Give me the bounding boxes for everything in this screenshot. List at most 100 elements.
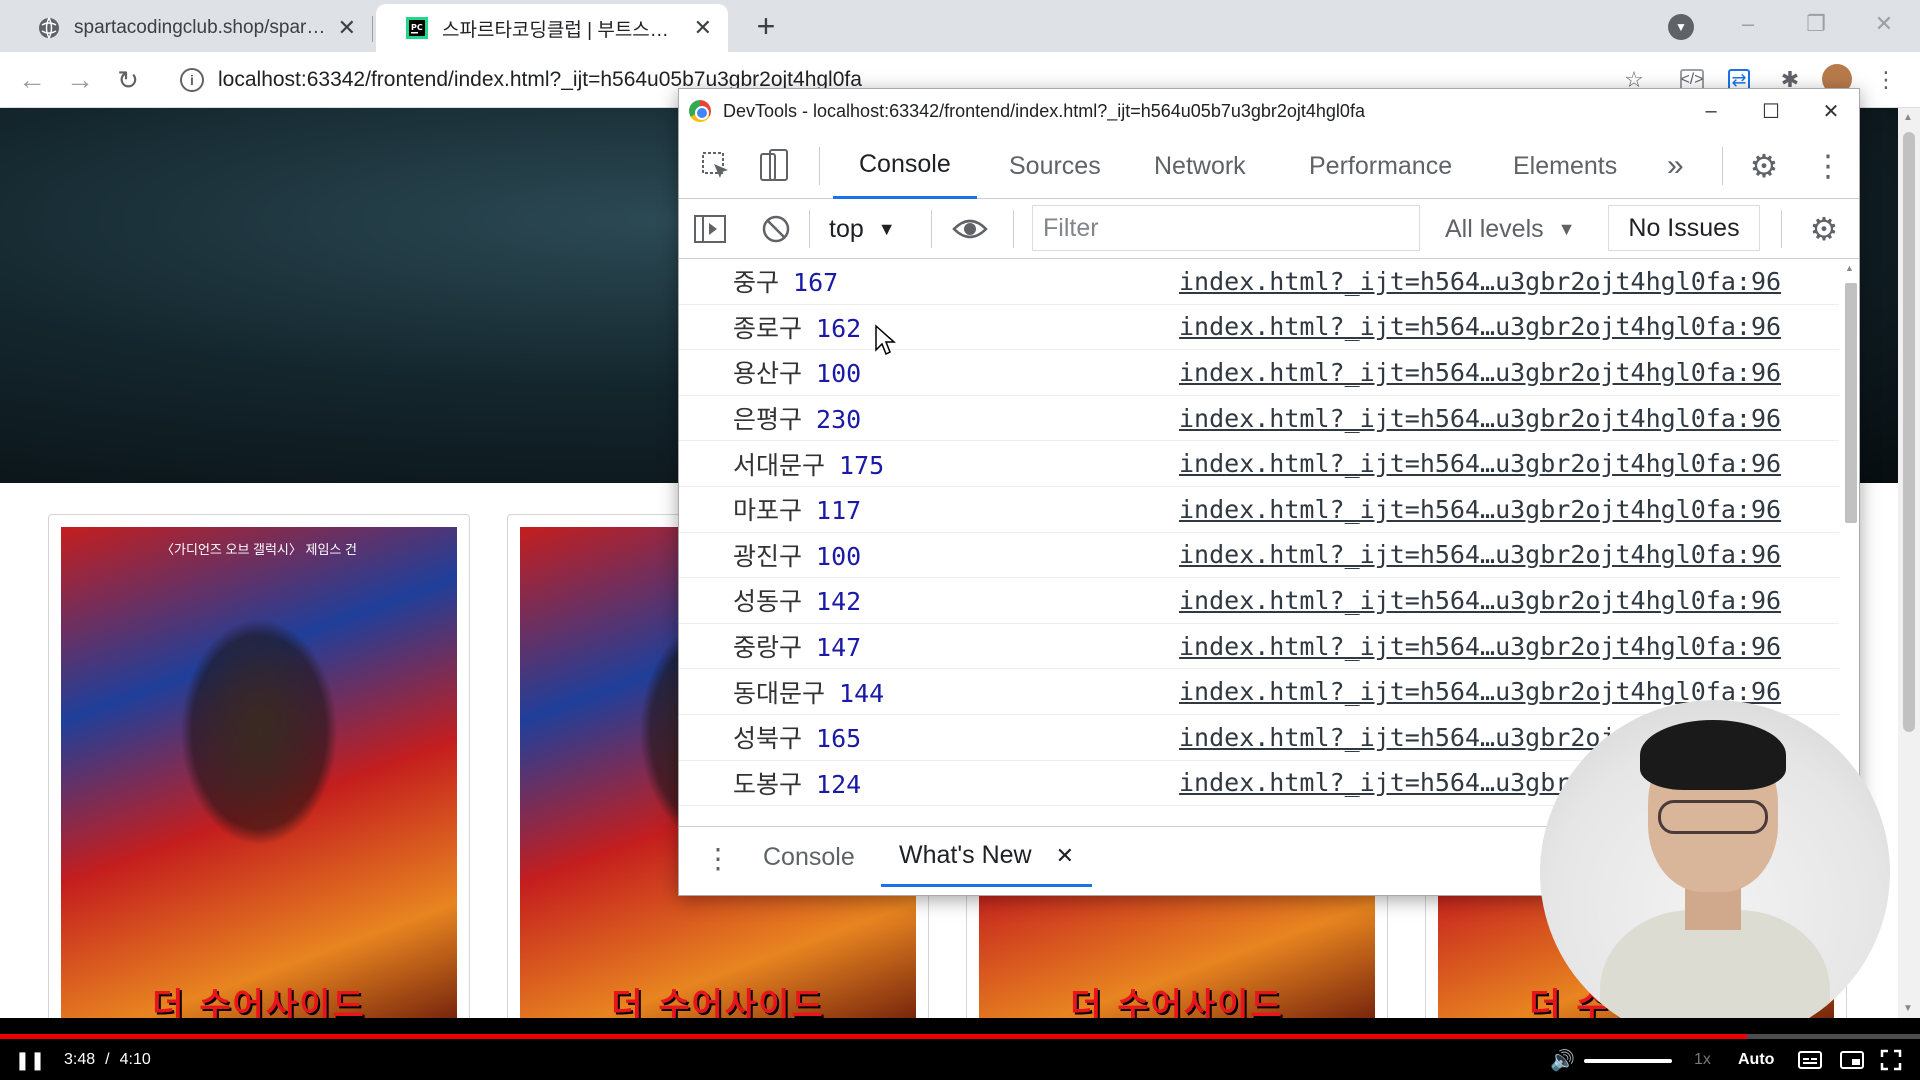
quality-setting[interactable]: Auto xyxy=(1738,1048,1774,1072)
drawer-tab-console[interactable]: Console xyxy=(763,827,855,887)
minimize-icon[interactable]: – xyxy=(1728,8,1768,40)
log-source-link[interactable]: index.html?_ijt=h564…u3gbr2ojt4hgl0fa:96 xyxy=(1179,449,1781,478)
video-progress-fill xyxy=(0,1034,1748,1039)
devtools-panel-tabs: Console Sources Network Performance Elem… xyxy=(679,133,1859,199)
restore-icon[interactable]: ❐ xyxy=(1796,8,1836,40)
log-message: 용산구 100 xyxy=(733,354,861,390)
log-source-link[interactable]: index.html?_ijt=h564…u3gbr2ojt4hgl0fa:96 xyxy=(1179,404,1781,433)
console-log-row: 광진구 100 index.html?_ijt=h564…u3gbr2ojt4hgl… xyxy=(679,533,1839,579)
close-tab-icon[interactable]: ✕ xyxy=(338,15,356,41)
close-window-icon[interactable]: ✕ xyxy=(1801,89,1859,133)
tab-title: 스파르타코딩클럽 | 부트스트랩 xyxy=(442,19,684,41)
log-message: 마포구 117 xyxy=(733,491,861,527)
video-player-controls: ❚❚ 3:48 / 4:10 🔊 1x Auto xyxy=(0,1018,1920,1080)
tab-sources[interactable]: Sources xyxy=(1009,133,1101,199)
toolbar-divider xyxy=(1781,210,1782,248)
log-source-link[interactable]: index.html?_ijt=h564…u3gbr2ojt4hgl0fa:96 xyxy=(1179,586,1781,615)
console-toolbar: top ▼ All levels ▼ No Issues ⚙ xyxy=(679,199,1859,259)
district-count: 100 xyxy=(816,541,862,571)
sidebar-toggle-icon[interactable] xyxy=(691,210,729,248)
toolbar-divider xyxy=(809,210,810,248)
log-source-link[interactable]: index.html?_ijt=h564…u3gbr2ojt4hgl0fa:96 xyxy=(1179,267,1781,296)
console-log-row: 성동구 142 index.html?_ijt=h564…u3gbr2ojt4hgl… xyxy=(679,578,1839,624)
browser-tab-inactive[interactable]: spartacodingclub.shop/sparta_a ✕ xyxy=(8,4,372,52)
movie-poster: 〈가디언즈 오브 갤럭시〉 제임스 건 더 수어사이드 xyxy=(61,527,457,1018)
scroll-up-icon[interactable]: ▲ xyxy=(1903,112,1913,123)
console-log-row: 종로구 162 index.html?_ijt=h564…u3gbr2ojt4hgl… xyxy=(679,305,1839,351)
volume-slider[interactable] xyxy=(1584,1059,1672,1063)
live-expression-eye-icon[interactable] xyxy=(951,210,989,248)
log-source-link[interactable]: index.html?_ijt=h564…u3gbr2ojt4hgl0fa:96 xyxy=(1179,312,1781,341)
scrollbar-thumb[interactable] xyxy=(1903,132,1915,732)
close-window-icon[interactable]: ✕ xyxy=(1864,8,1904,40)
filter-input[interactable] xyxy=(1032,205,1420,251)
log-message: 성동구 142 xyxy=(733,582,861,618)
context-select[interactable]: top ▼ xyxy=(829,199,896,259)
tab-console[interactable]: Console xyxy=(833,133,977,199)
playback-speed[interactable]: 1x xyxy=(1694,1048,1711,1072)
page-scrollbar[interactable]: ▲ ▼ xyxy=(1898,108,1920,1018)
tab-network[interactable]: Network xyxy=(1154,133,1246,199)
close-tab-icon[interactable]: ✕ xyxy=(694,15,712,41)
movie-card[interactable]: 〈가디언즈 오브 갤럭시〉 제임스 건 더 수어사이드 xyxy=(48,514,470,1018)
tab-elements[interactable]: Elements xyxy=(1513,133,1617,199)
more-tabs-icon[interactable]: » xyxy=(1667,133,1684,199)
scrollbar-thumb[interactable] xyxy=(1845,283,1857,523)
log-message: 은평구 230 xyxy=(733,400,861,436)
issues-button[interactable]: No Issues xyxy=(1608,205,1760,251)
devtools-menu-icon[interactable]: ⋮ xyxy=(1809,147,1847,185)
back-icon[interactable]: ← xyxy=(14,62,50,98)
poster-credit: 〈가디언즈 오브 갤럭시〉 제임스 건 xyxy=(161,542,357,557)
context-select-value: top xyxy=(829,214,864,243)
console-scrollbar[interactable]: ▲ xyxy=(1839,259,1859,826)
tab-search-icon[interactable]: ▼ xyxy=(1668,14,1694,40)
volume-icon[interactable]: 🔊 xyxy=(1550,1048,1575,1072)
log-source-link[interactable]: index.html?_ijt=h564…u3gbr2ojt4hgl0fa:96 xyxy=(1179,632,1781,661)
clear-console-icon[interactable] xyxy=(757,210,795,248)
browser-tab-active[interactable]: PC 스파르타코딩클럽 | 부트스트랩 ✕ xyxy=(376,4,728,52)
console-log-row: 마포구 117 index.html?_ijt=h564…u3gbr2ojt4hgl… xyxy=(679,487,1839,533)
pause-icon[interactable]: ❚❚ xyxy=(15,1048,45,1072)
log-levels-select[interactable]: All levels ▼ xyxy=(1445,199,1575,259)
log-message: 광진구 100 xyxy=(733,537,861,573)
log-source-link[interactable]: index.html?_ijt=h564…u3gbr2ojt4hgl0fa:96 xyxy=(1179,540,1781,569)
device-toolbar-icon[interactable] xyxy=(755,147,793,185)
captions-icon[interactable] xyxy=(1798,1048,1822,1072)
maximize-icon[interactable]: ☐ xyxy=(1741,89,1801,133)
forward-icon[interactable]: → xyxy=(62,62,98,98)
globe-icon xyxy=(38,17,60,39)
district-count: 117 xyxy=(816,496,862,526)
close-drawer-tab-icon[interactable]: ✕ xyxy=(1056,843,1074,869)
console-log-row: 서대문구 175 index.html?_ijt=h564…u3gbr2ojt4hg… xyxy=(679,441,1839,487)
fullscreen-icon[interactable] xyxy=(1880,1048,1902,1072)
inspect-element-icon[interactable] xyxy=(697,147,735,185)
district-count: 167 xyxy=(793,268,839,298)
console-settings-gear-icon[interactable]: ⚙ xyxy=(1805,210,1843,248)
reload-icon[interactable]: ↻ xyxy=(110,62,146,98)
devtools-titlebar[interactable]: DevTools - localhost:63342/frontend/inde… xyxy=(679,89,1859,133)
settings-gear-icon[interactable]: ⚙ xyxy=(1745,147,1783,185)
drawer-menu-icon[interactable]: ⋮ xyxy=(699,839,737,877)
minimize-icon[interactable]: – xyxy=(1681,89,1741,133)
scroll-down-icon[interactable]: ▼ xyxy=(1903,1003,1913,1014)
svg-text:PC: PC xyxy=(411,23,423,32)
log-source-link[interactable]: index.html?_ijt=h564…u3gbr2ojt4hgl0fa:96 xyxy=(1179,358,1781,387)
log-source-link[interactable]: index.html?_ijt=h564…u3gbr2ojt4hgl0fa:96 xyxy=(1179,495,1781,524)
browser-menu-icon[interactable]: ⋮ xyxy=(1872,66,1900,94)
console-log-row: 은평구 230 index.html?_ijt=h564…u3gbr2ojt4hgl… xyxy=(679,396,1839,442)
drawer-tab-label: What's New xyxy=(899,841,1032,869)
poster-figure xyxy=(179,618,339,846)
drawer-tab-whats-new[interactable]: What's New ✕ xyxy=(881,827,1093,887)
site-info-icon[interactable]: i xyxy=(180,68,204,92)
new-tab-button[interactable]: + xyxy=(748,8,784,44)
log-message: 중랑구 147 xyxy=(733,628,861,664)
district-count: 230 xyxy=(816,405,862,435)
tab-performance[interactable]: Performance xyxy=(1309,133,1452,199)
district-name: 중랑구 xyxy=(733,633,803,663)
video-progress-bar[interactable] xyxy=(0,1034,1920,1039)
district-name: 은평구 xyxy=(733,405,803,435)
log-message: 중구 167 xyxy=(733,263,838,299)
picture-in-picture-icon[interactable] xyxy=(1840,1048,1864,1072)
scroll-up-icon[interactable]: ▲ xyxy=(1845,263,1854,273)
devtools-title: DevTools - localhost:63342/frontend/inde… xyxy=(723,100,1365,121)
